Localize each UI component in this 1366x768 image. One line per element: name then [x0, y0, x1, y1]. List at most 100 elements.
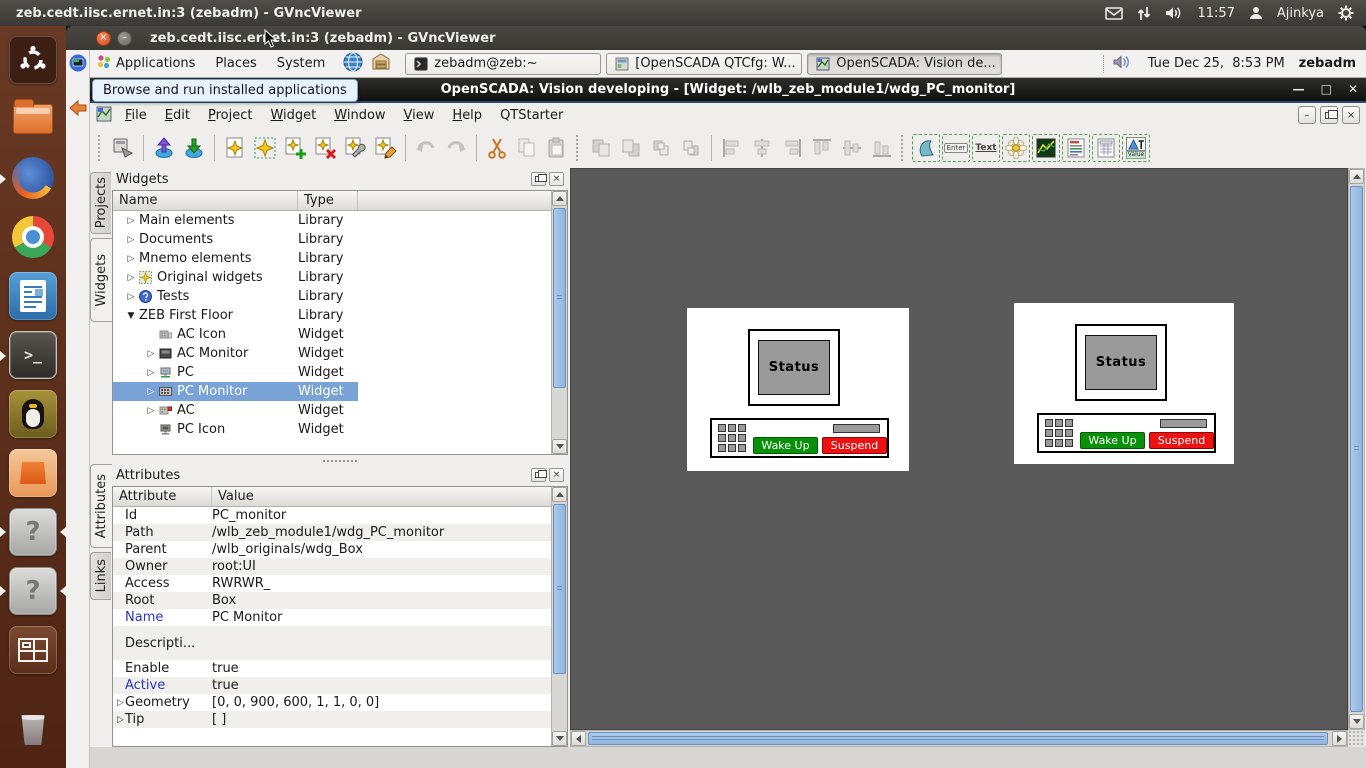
unknown-window-icon[interactable]: ? [9, 508, 57, 556]
wake-up-button[interactable]: Wake Up [1080, 432, 1145, 449]
keyboard-box[interactable]: Wake Up Suspend [710, 418, 889, 458]
scrollbar-thumb[interactable] [553, 504, 566, 674]
toolbar-handle[interactable] [901, 135, 907, 161]
scroll-up-icon[interactable] [552, 487, 567, 502]
tree-row[interactable]: ▷AC Monitor Widget [113, 344, 567, 363]
document-button[interactable] [1091, 133, 1121, 163]
tab-projects[interactable]: Projects [90, 172, 111, 234]
attr-row[interactable]: Path/wlb_zeb_module1/wdg_PC_monitor [113, 524, 567, 541]
attr-row[interactable]: Enabletrue [113, 660, 567, 677]
delete-widget-button[interactable] [310, 133, 340, 163]
panel-splitter[interactable] [112, 457, 568, 464]
attr-row[interactable]: Parent/wlb_originals/wdg_Box [113, 541, 567, 558]
resize-grip[interactable] [1348, 730, 1365, 747]
add-widget-button[interactable] [280, 133, 310, 163]
attr-row[interactable]: Descripti... [113, 626, 567, 660]
scrollbar-thumb[interactable] [1350, 186, 1363, 712]
wake-up-button[interactable]: Wake Up [753, 437, 818, 454]
align-left-button[interactable] [717, 133, 747, 163]
widgets-tree-scrollbar[interactable] [551, 191, 567, 454]
panel-clock[interactable]: Tue Dec 25, 8:53 PM [1148, 56, 1285, 71]
places-menu[interactable]: Places [205, 50, 266, 77]
volume-icon[interactable] [1165, 6, 1183, 20]
scroll-up-icon[interactable] [552, 191, 567, 206]
panel-volume-icon[interactable] [1112, 54, 1132, 74]
scroll-down-icon[interactable] [552, 731, 567, 746]
workspace-switcher-icon[interactable] [9, 626, 57, 674]
tree-row-selected[interactable]: ▷PC Monitor Widget [113, 382, 567, 401]
menu-widget[interactable]: Widget [261, 105, 325, 126]
menu-view[interactable]: View [395, 105, 444, 126]
tree-row[interactable]: ▷PC Widget [113, 363, 567, 382]
text-element-button[interactable]: Text [971, 133, 1001, 163]
vnc-display-icon[interactable] [69, 54, 87, 76]
align-bottom-button[interactable] [867, 133, 897, 163]
attributes-scrollbar[interactable] [551, 487, 567, 746]
power-gear-icon[interactable] [1338, 5, 1354, 21]
save-button[interactable] [179, 133, 209, 163]
mdi-close-icon[interactable]: × [1342, 106, 1360, 124]
minimize-icon[interactable]: — [1293, 82, 1305, 96]
column-header-name[interactable]: Name [113, 191, 298, 210]
lower-button[interactable] [616, 133, 646, 163]
tree-row[interactable]: ▷Mnemo elements Library [113, 249, 567, 268]
firefox-icon[interactable] [9, 154, 57, 202]
dash-home-icon[interactable] [9, 36, 57, 84]
toolbar-handle[interactable] [98, 135, 104, 161]
tree-row[interactable]: ▷Original widgets Library [113, 268, 567, 287]
elfigure-button[interactable] [911, 133, 941, 163]
align-vcenter-button[interactable] [837, 133, 867, 163]
canvas-horizontal-scrollbar[interactable] [570, 730, 1348, 747]
status-box[interactable]: Status [758, 340, 830, 395]
float-panel-icon[interactable] [531, 468, 546, 482]
close-panel-icon[interactable]: × [549, 172, 564, 186]
host-clock[interactable]: 11:57 [1197, 6, 1234, 21]
panel-user[interactable]: zebadm [1299, 56, 1356, 71]
monitor-frame[interactable]: Status [748, 329, 840, 406]
align-top-button[interactable] [807, 133, 837, 163]
tree-row[interactable]: AC Icon Widget [113, 325, 567, 344]
pc-monitor-widget-preview[interactable]: Status Wake Up Suspend [687, 308, 909, 471]
widget-edit-button[interactable] [370, 133, 400, 163]
software-center-icon[interactable] [9, 449, 57, 497]
taskbar-terminal[interactable]: zebadm@zeb:~ [405, 53, 601, 75]
scroll-right-icon[interactable] [1332, 731, 1347, 746]
value-button[interactable]: Value [1121, 133, 1151, 163]
pc-monitor-widget-preview[interactable]: Status Wake Up Suspend [1014, 303, 1234, 464]
attr-row[interactable]: RootBox [113, 592, 567, 609]
scroll-up-icon[interactable] [1349, 169, 1364, 184]
files-icon[interactable] [9, 95, 57, 143]
attr-row[interactable]: Activetrue [113, 677, 567, 694]
scrollbar-thumb[interactable] [553, 208, 566, 388]
menu-window[interactable]: Window [325, 105, 394, 126]
toolbar-handle[interactable] [576, 135, 582, 161]
menu-qtstarter[interactable]: QTStarter [491, 105, 572, 126]
attr-row[interactable]: AccessRWRWR_ [113, 575, 567, 592]
protocol-button[interactable] [1061, 133, 1091, 163]
menu-file[interactable]: File [116, 105, 156, 126]
canvas-vertical-scrollbar[interactable] [1348, 168, 1365, 730]
media-button[interactable] [1001, 133, 1031, 163]
taskbar-vision[interactable]: OpenSCADA: Vision de... [807, 53, 1002, 75]
network-arrows-icon[interactable] [1137, 6, 1151, 21]
tab-widgets[interactable]: Widgets [90, 238, 112, 322]
maximize-icon[interactable]: □ [1321, 82, 1332, 96]
load-button[interactable] [149, 133, 179, 163]
tree-row[interactable]: ▷Tests Library [113, 287, 567, 306]
close-icon[interactable]: ✕ [1348, 82, 1358, 96]
mail-icon[interactable] [1105, 7, 1123, 20]
penguin-game-icon[interactable] [9, 390, 57, 438]
minimize-icon[interactable]: – [117, 31, 132, 46]
suspend-button[interactable]: Suspend [1149, 432, 1214, 449]
column-header-value[interactable]: Value [212, 487, 567, 506]
keyboard-box[interactable]: Wake Up Suspend [1037, 413, 1216, 453]
form-element-button[interactable]: Enter [941, 133, 971, 163]
browser-launcher-icon[interactable] [343, 52, 363, 76]
tree-row[interactable]: PC Icon Widget [113, 420, 567, 439]
float-panel-icon[interactable] [531, 172, 546, 186]
tree-row[interactable]: ▼ZEB First Floor Library [113, 306, 567, 325]
scrollbar-thumb[interactable] [588, 732, 1328, 745]
undo-button[interactable] [411, 133, 441, 163]
tree-row[interactable]: ▷AC Widget [113, 401, 567, 420]
trash-icon[interactable] [9, 706, 57, 754]
